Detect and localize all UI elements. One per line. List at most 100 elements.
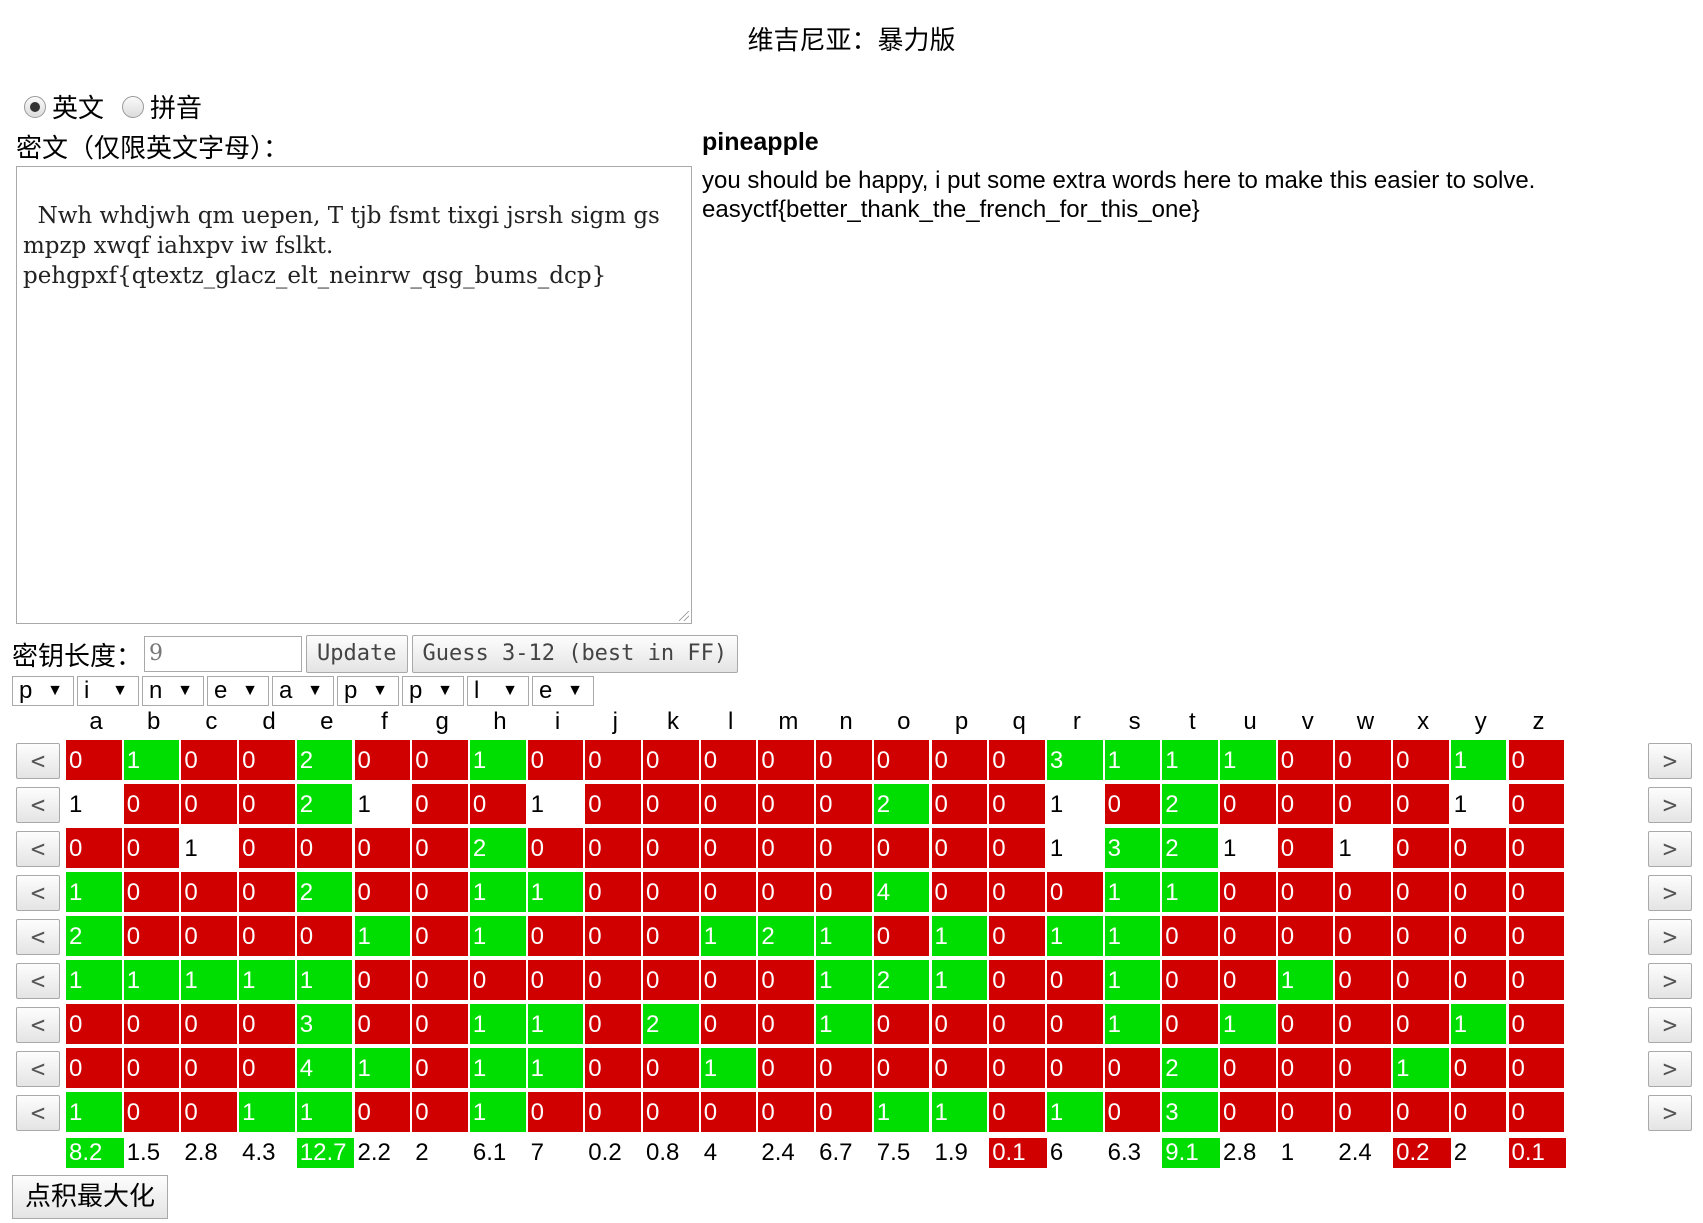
count-cell: 0 [123,872,182,914]
count-cell: 1 [181,960,240,1002]
frequency-value: 9.1 [1162,1138,1220,1168]
alphabet-letter: z [1532,708,1545,735]
shift-right-button[interactable]: > [1648,1007,1692,1043]
count-cell: 1 [1220,828,1278,870]
key-letter-select[interactable]: p ▼ [12,676,74,706]
shift-right-button[interactable]: > [1648,875,1692,911]
key-letter-select[interactable]: n ▼ [142,676,204,706]
grid-row: <0 0 0 0 3 0 0 1 1 0 2 0 0 1 0 0 0 0 1 0 1 0 0 0 1 0 > [0,1004,1703,1046]
frequency-value: 0.2 [1393,1138,1451,1168]
alphabet-letter: x [1417,708,1430,735]
key-letter-select[interactable]: p ▼ [337,676,399,706]
count-cell: 0 [931,1004,990,1046]
shift-left-button[interactable]: < [16,1051,60,1087]
ciphertext-textarea[interactable]: Nwh whdjwh qm uepen, T tjb fsmt tixgi js… [16,166,692,624]
count-cell: 0 [1046,960,1105,1002]
count-cell: 0 [527,916,586,958]
count-cell: 0 [1450,916,1509,958]
count-cell: 0 [354,740,413,782]
count-cell: 1 [527,1048,586,1090]
maximize-dot-product-button[interactable]: 点积最大化 [12,1175,169,1219]
count-cell: 2 [296,784,355,826]
count-cell: 0 [1220,960,1278,1002]
count-cell: 0 [239,916,297,958]
count-cell: 0 [1277,1004,1336,1046]
chevron-down-icon: ▼ [307,682,323,699]
shift-left-button[interactable]: < [16,963,60,999]
count-cell: 0 [527,828,586,870]
count-cell: 0 [412,784,470,826]
key-length-input[interactable]: 9 [144,636,303,672]
shift-left-button[interactable]: < [16,1095,60,1131]
count-cell: 0 [412,1048,470,1090]
resize-grip-icon[interactable] [679,611,689,621]
count-cell: 4 [873,872,932,914]
guess-button[interactable]: Guess 3-12 (best in FF) [411,635,739,673]
count-cell: 0 [123,916,182,958]
count-cell: 0 [1393,916,1451,958]
frequency-value: 1 [1280,1139,1295,1166]
count-cell: 0 [1220,916,1278,958]
count-cell: 0 [527,960,586,1002]
key-letter-select[interactable]: i ▼ [77,676,139,706]
shift-right-button[interactable]: > [1648,787,1692,823]
key-letter-value: n [149,677,163,704]
shift-left-button[interactable]: < [16,787,60,823]
count-cell: 0 [585,828,643,870]
shift-right-button[interactable]: > [1648,919,1692,955]
shift-right-button[interactable]: > [1648,1051,1692,1087]
radio-pinyin-label[interactable]: 拼音 [150,88,202,125]
count-cell: 0 [931,784,990,826]
radio-english-label[interactable]: 英文 [52,88,104,125]
count-cell: 0 [1335,916,1394,958]
count-cell: 0 [123,1092,182,1134]
alphabet-letter: l [728,708,734,735]
count-cell: 4 [296,1048,355,1090]
count-cell: 0 [181,784,240,826]
shift-left-button[interactable]: < [16,743,60,779]
shift-right-button[interactable]: > [1648,831,1692,867]
alphabet-letter: i [554,708,561,735]
count-cell: 0 [585,1092,643,1134]
key-letter-select[interactable]: p ▼ [402,676,464,706]
count-cell: 0 [239,1048,297,1090]
shift-right-button[interactable]: > [1648,963,1692,999]
count-cell: 1 [1104,960,1163,1002]
count-cell: 1 [66,784,124,826]
shift-left-button[interactable]: < [16,875,60,911]
grid-row: <1 0 0 0 2 1 0 0 1 0 0 0 0 0 2 0 0 1 0 2 0 0 0 0 1 0 > [0,784,1703,826]
radio-english[interactable] [24,95,46,118]
count-cell: 1 [469,916,528,958]
key-letter-select[interactable]: l ▼ [467,676,529,706]
shift-left-button[interactable]: < [16,1007,60,1043]
radio-pinyin[interactable] [122,95,145,118]
shift-right-button[interactable]: > [1648,743,1692,779]
count-cell: 0 [931,740,990,782]
alphabet-letter: r [1072,708,1081,735]
count-cell: 0 [412,1092,470,1134]
key-letter-value: l [474,677,480,704]
count-cell: 1 [354,1048,413,1090]
shift-left-button[interactable]: < [16,831,60,867]
key-length-label: 密钥长度： [12,641,143,672]
count-cell: 0 [816,1092,874,1134]
key-letter-select[interactable]: e ▼ [207,676,269,706]
key-letter-select[interactable]: a ▼ [272,676,334,706]
count-cell: 0 [1277,916,1336,958]
shift-right-button[interactable]: > [1648,1095,1692,1131]
alphabet-letter: b [147,708,161,735]
frequency-value: 6.1 [472,1139,507,1166]
shift-left-button[interactable]: < [16,919,60,955]
count-cell: 0 [1220,1092,1278,1134]
ciphertext-content: Nwh whdjwh qm uepen, T tjb fsmt tixgi js… [23,203,660,289]
chevron-down-icon: ▼ [47,682,63,699]
count-cell: 1 [296,1092,355,1134]
key-letter-select[interactable]: e ▼ [532,676,594,706]
count-cell: 0 [181,916,240,958]
count-cell: 0 [412,828,470,870]
count-cell: 0 [181,872,240,914]
count-cell: 0 [989,1092,1047,1134]
update-button[interactable]: Update [306,635,408,673]
count-cell: 0 [354,828,413,870]
count-cell: 0 [1046,1004,1105,1046]
